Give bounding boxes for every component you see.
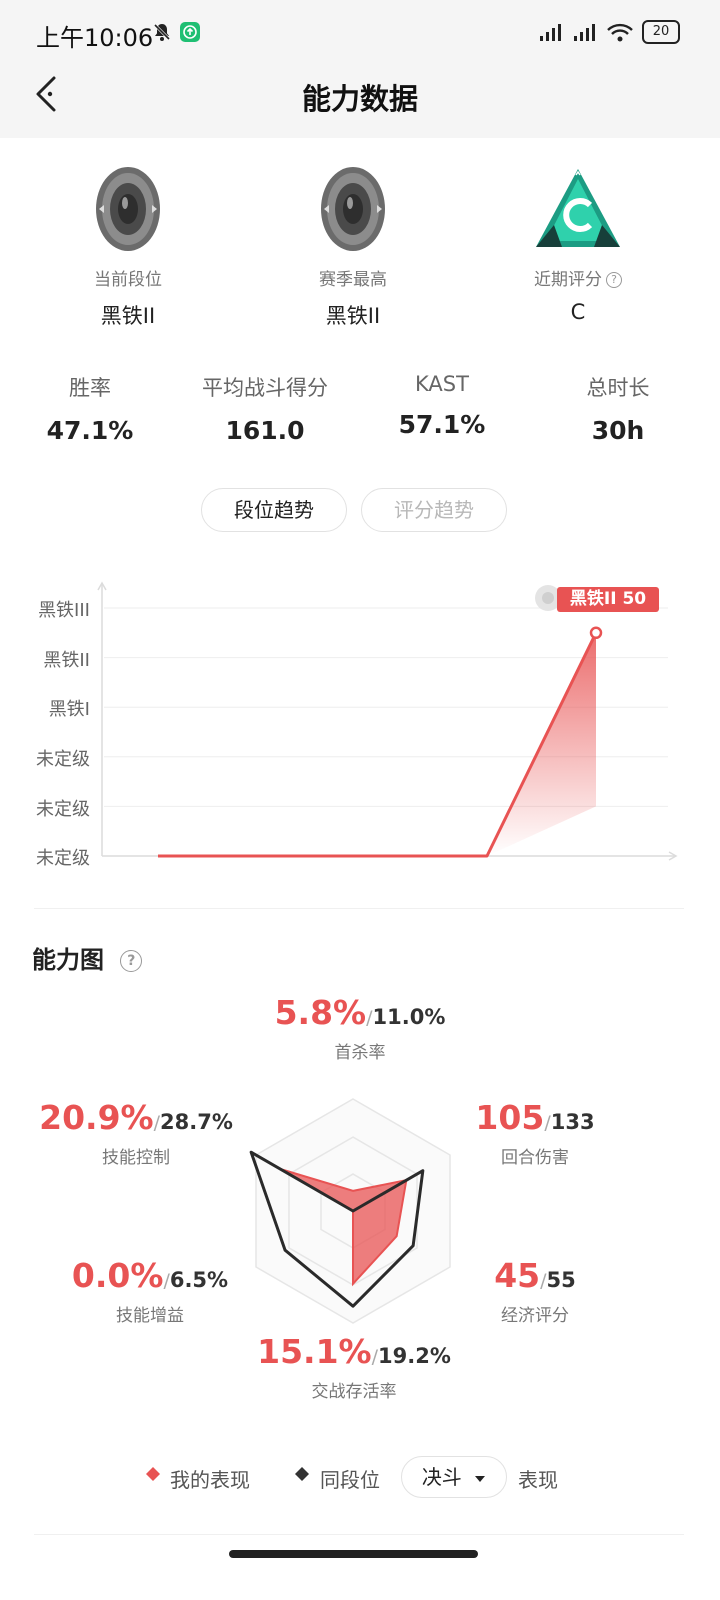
rank-value: 黑铁II	[100, 304, 156, 328]
stat-label: 总时长	[586, 376, 650, 400]
radar-label-first-kill: 5.8%/11.0% 首杀率	[250, 993, 470, 1063]
peer-value: 6.5%	[169, 1268, 229, 1292]
legend-suffix: 表现	[518, 1468, 558, 1492]
mine-value: 105	[475, 1098, 545, 1137]
status-time: 上午10:06	[36, 24, 154, 52]
data-point	[589, 626, 603, 640]
legend-mine-icon	[145, 1466, 161, 1486]
stat-label: 平均战斗得分	[202, 376, 328, 400]
app-notification-icon	[180, 22, 200, 42]
tab-rank-trend[interactable]: 段位趋势	[201, 488, 347, 532]
ability-chart-title: 能力图 ?	[32, 940, 143, 975]
rank-label: 赛季最高	[319, 270, 387, 290]
season-best-rank: 赛季最高 黑铁II	[253, 165, 453, 330]
axis-caption: 技能增益	[116, 1306, 184, 1326]
peer-value: 11.0%	[372, 1005, 446, 1029]
stat-value: 47.1%	[46, 416, 134, 445]
axis-caption: 交战存活率	[311, 1382, 397, 1402]
peer-value: 28.7%	[160, 1110, 233, 1134]
home-indicator[interactable]	[229, 1550, 478, 1558]
help-icon[interactable]: ?	[606, 272, 622, 288]
legend-peer: 同段位	[320, 1468, 380, 1492]
rank-label: 近期评分	[534, 270, 602, 290]
caret-down-icon	[475, 1475, 486, 1482]
iron-rank-icon	[321, 167, 385, 251]
peer-value: 133	[550, 1110, 595, 1134]
axis-caption: 回合伤害	[501, 1148, 569, 1168]
rank-label: 当前段位	[94, 270, 162, 290]
stat-total-time: 总时长 30h	[528, 372, 708, 445]
latest-rank-tag: 黑铁II 50	[557, 587, 659, 612]
section-divider	[34, 908, 684, 909]
legend-peer-icon	[294, 1466, 310, 1486]
stat-avg-combat-score: 平均战斗得分 161.0	[175, 372, 355, 445]
wifi-icon	[607, 23, 633, 42]
mine-value: 45	[494, 1256, 541, 1295]
axis-caption: 首杀率	[334, 1043, 386, 1063]
stat-label: KAST	[415, 372, 469, 396]
iron-rank-icon	[96, 167, 160, 251]
help-icon[interactable]: ?	[120, 950, 143, 972]
stat-kast: KAST 57.1%	[352, 372, 532, 439]
bottom-divider	[34, 1534, 684, 1535]
current-rank: 当前段位 黑铁II	[28, 165, 228, 330]
ability-title-text: 能力图	[32, 946, 104, 974]
stat-value: 161.0	[225, 416, 305, 445]
peer-value: 19.2%	[378, 1344, 451, 1368]
peer-value: 55	[546, 1268, 576, 1292]
legend-mine: 我的表现	[170, 1468, 250, 1492]
stat-value: 57.1%	[398, 410, 486, 439]
recent-score: 近期评分? C	[478, 165, 678, 324]
stat-value: 30h	[591, 416, 645, 445]
page-title: 能力数据	[301, 82, 418, 116]
mute-bell-icon	[152, 22, 172, 46]
radar-label-skill-buff: 0.0%/6.5% 技能增益	[60, 1256, 240, 1326]
signal-icon-2	[574, 24, 595, 41]
rank-value: C	[570, 300, 586, 324]
mode-value: 决斗	[421, 1465, 462, 1489]
mode-select[interactable]: 决斗	[401, 1456, 507, 1498]
rank-value: 黑铁II	[325, 304, 381, 328]
radar-label-economy: 45/55 经济评分	[460, 1256, 610, 1326]
battery-icon: 20	[642, 20, 680, 44]
axis-caption: 技能控制	[102, 1148, 170, 1168]
axis-caption: 经济评分	[501, 1306, 569, 1326]
radar-label-survival: 15.1%/19.2% 交战存活率	[244, 1332, 464, 1402]
tab-score-trend[interactable]: 评分趋势	[361, 488, 507, 532]
mine-value: 5.8%	[274, 993, 367, 1032]
stat-win-rate: 胜率 47.1%	[0, 372, 180, 445]
mine-value: 20.9%	[39, 1098, 154, 1137]
mini-rank-icon-core	[542, 592, 554, 604]
rank-trend-chart	[97, 581, 678, 861]
mine-value: 15.1%	[257, 1332, 372, 1371]
grade-c-icon	[536, 169, 620, 247]
status-icons: 20	[538, 20, 680, 44]
radar-label-round-damage: 105/133 回合伤害	[460, 1098, 610, 1168]
mine-value: 0.0%	[71, 1256, 164, 1295]
stat-label: 胜率	[69, 376, 111, 400]
signal-icon	[540, 24, 561, 41]
radar-label-skill-control: 20.9%/28.7% 技能控制	[36, 1098, 236, 1168]
